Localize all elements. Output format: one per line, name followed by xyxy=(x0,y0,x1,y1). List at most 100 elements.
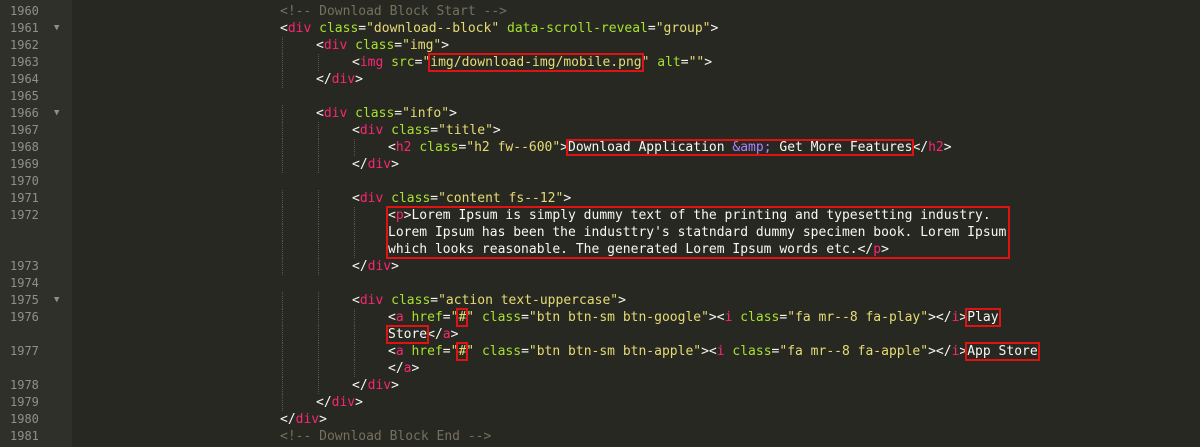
code-token: </ xyxy=(352,157,368,172)
line-number: 1960 xyxy=(10,4,39,18)
code-token: = xyxy=(394,38,403,53)
code-token: < xyxy=(352,293,360,308)
indent-guide xyxy=(282,71,283,88)
indent-guide xyxy=(282,37,283,54)
indent-guide xyxy=(282,377,283,394)
code-line: 1979 </div> xyxy=(0,394,1200,411)
indent-guide xyxy=(282,258,283,275)
code-line: 1966 ▼ <div class="info"> xyxy=(0,105,1200,122)
code-text: <a href="#" class="btn btn-sm btn-apple"… xyxy=(388,342,1040,361)
code-token: < xyxy=(352,191,360,206)
code-text: </div> xyxy=(352,258,399,275)
code-token: src xyxy=(391,55,415,70)
fold-arrow-icon[interactable]: ▼ xyxy=(54,292,59,309)
code-token: < xyxy=(388,310,396,325)
code-token: div xyxy=(367,157,392,172)
code-line: 1974 xyxy=(0,275,1200,292)
fold-arrow-icon[interactable]: ▼ xyxy=(54,20,59,37)
code-line: 1973 </div> xyxy=(0,258,1200,275)
code-token: href xyxy=(411,344,443,359)
code-token: div xyxy=(331,395,356,410)
code-token: div xyxy=(367,259,392,274)
indent-guide xyxy=(282,394,283,411)
indent-guide xyxy=(354,360,355,377)
indent-guide xyxy=(318,360,319,377)
line-number: 1970 xyxy=(10,174,39,188)
code-token: h2 xyxy=(395,140,412,155)
code-token: class xyxy=(391,123,431,138)
code-token: href xyxy=(411,310,443,325)
code-text: </a> xyxy=(388,360,419,377)
indent-guide xyxy=(318,309,319,326)
code-line: 1970 xyxy=(0,173,1200,190)
code-token: > xyxy=(943,140,952,155)
line-number: 1961 xyxy=(10,21,39,35)
code-text: <div class="img"> xyxy=(316,37,449,54)
code-token: = xyxy=(442,344,451,359)
code-line: 1964 </div> xyxy=(0,71,1200,88)
code-token: div xyxy=(295,412,320,427)
code-token: "h2 fw--600" xyxy=(466,140,561,155)
line-number: 1976 xyxy=(10,310,39,324)
code-token: a xyxy=(395,310,404,325)
code-line: 1965 xyxy=(0,88,1200,105)
indent-guide xyxy=(318,224,319,241)
code-token: class xyxy=(419,140,459,155)
indent-guide xyxy=(318,292,319,309)
line-number: 1972 xyxy=(10,208,39,222)
indent-guide xyxy=(282,309,283,326)
code-token: </ xyxy=(316,72,332,87)
code-token: > xyxy=(391,157,399,172)
code-token: > xyxy=(355,395,363,410)
code-line: 1967 <div class="title"> xyxy=(0,122,1200,139)
code-token: class xyxy=(732,344,772,359)
code-token: = xyxy=(358,21,367,36)
code-token: < xyxy=(316,38,324,53)
code-token: data-scroll-reveal xyxy=(507,21,648,36)
code-line: Store</a> xyxy=(0,325,1200,344)
code-text: </div> xyxy=(316,394,363,411)
code-token: = xyxy=(430,293,439,308)
code-token: div xyxy=(359,123,384,138)
code-token: "content fs--12" xyxy=(438,191,564,206)
indent-guide xyxy=(282,224,283,241)
indent-guide xyxy=(282,326,283,343)
code-token: < xyxy=(388,140,396,155)
line-number: 1980 xyxy=(10,412,39,426)
code-editor[interactable]: 1960 <!-- Download Block Start --> 1961 ▼ <d… xyxy=(0,0,1200,447)
code-token: div xyxy=(359,293,384,308)
code-token: < xyxy=(280,21,288,36)
code-token: > xyxy=(449,106,457,121)
code-token: " xyxy=(466,344,475,359)
code-token: > xyxy=(355,72,363,87)
indent-guide xyxy=(282,122,283,139)
code-token: "" xyxy=(688,55,705,70)
line-number: 1969 xyxy=(10,157,39,171)
code-token: = xyxy=(430,191,439,206)
code-token: > xyxy=(710,21,719,36)
code-token: "action text-uppercase" xyxy=(438,293,619,308)
code-token: > xyxy=(563,191,572,206)
indent-guide xyxy=(354,309,355,326)
indent-guide xyxy=(282,139,283,156)
code-token: > xyxy=(391,378,399,393)
indent-guide xyxy=(318,326,319,343)
code-text: Store</a> xyxy=(385,325,458,344)
code-token: = xyxy=(442,310,451,325)
indent-guide xyxy=(282,241,283,258)
code-token: > xyxy=(704,55,713,70)
code-token: > xyxy=(391,259,399,274)
code-line: 1963 <img src="img/download-img/mobile.pn… xyxy=(0,53,1200,72)
indent-guide xyxy=(318,54,319,71)
indent-guide xyxy=(318,377,319,394)
code-token: "img" xyxy=(402,38,442,53)
indent-guide xyxy=(318,241,319,258)
code-line: 1980 </div> xyxy=(0,411,1200,428)
code-token: div xyxy=(287,21,312,36)
fold-arrow-icon[interactable]: ▼ xyxy=(54,105,59,122)
line-number: 1968 xyxy=(10,140,39,154)
